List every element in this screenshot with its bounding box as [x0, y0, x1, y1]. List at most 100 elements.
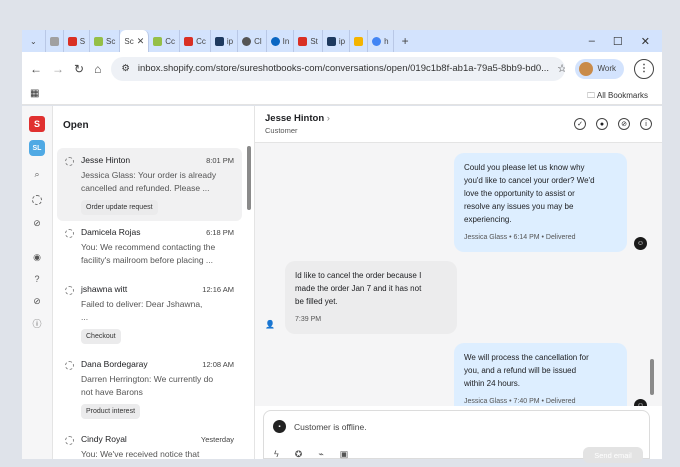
list-item[interactable]: Damicela Rojas 6:18 PM You: We recommend… [57, 220, 242, 273]
chat-panel: Jesse Hinton › Customer ✓ ● ⊘ i Could yo… [255, 106, 662, 463]
conversation-time: Yesterday [200, 435, 234, 444]
minimize-icon[interactable]: – [589, 35, 595, 48]
profile-label: Work [597, 64, 616, 73]
home-icon[interactable]: ⌂ [94, 62, 101, 76]
conversation-preview: not have Barons [81, 387, 143, 397]
tab-item[interactable]: ip [211, 30, 239, 52]
attachment-icon[interactable]: ⌁ [318, 449, 323, 460]
url-text: inbox.shopify.com/store/sureshotbooks-co… [137, 63, 550, 74]
browser-toolbar: ← → ↻ ⌂ ⚙ inbox.shopify.com/store/suresh… [22, 52, 662, 85]
tab-item[interactable] [350, 30, 369, 52]
send-email-button[interactable]: Send email [583, 447, 643, 463]
all-bookmarks-button[interactable]: 🗀 All Bookmarks [587, 90, 648, 104]
info-icon[interactable]: ⓘ [29, 315, 45, 331]
close-window-icon[interactable]: ✕ [641, 35, 650, 48]
bookmark-star-icon[interactable]: ☆ [557, 62, 565, 75]
help-icon[interactable]: ? [29, 271, 45, 287]
conversation-time: 6:18 PM [206, 228, 234, 237]
list-title: Open [63, 120, 89, 131]
done-conversations-icon[interactable]: ⊘ [29, 215, 45, 231]
tab-label: Sc [124, 36, 134, 46]
list-item[interactable]: jshawna witt 12:16 AM Failed to deliver:… [57, 277, 242, 350]
list-scrollbar[interactable] [247, 146, 251, 210]
tab-label: h [384, 36, 389, 46]
info-icon[interactable]: i [640, 118, 652, 130]
tab-item[interactable]: h [368, 30, 394, 52]
tab-favicon-icon [49, 36, 59, 46]
conversation-preview: You: We recommend contacting the [81, 242, 216, 252]
back-icon[interactable]: ← [30, 62, 42, 76]
tab-item-active[interactable]: Sc ✕ [120, 30, 150, 52]
reload-icon[interactable]: ↻ [74, 62, 84, 76]
site-info-icon[interactable]: ⚙ [121, 63, 130, 74]
tab-item[interactable]: St [294, 30, 323, 52]
forward-icon[interactable]: → [52, 62, 64, 76]
tab-item[interactable]: Sc [90, 30, 121, 52]
discount-icon[interactable]: ✪ [295, 449, 303, 460]
new-tab-button[interactable]: + [394, 30, 417, 52]
search-icon[interactable]: ⌕ [29, 166, 45, 182]
tab-item[interactable]: Cc [180, 30, 211, 52]
spam-icon[interactable]: ⊘ [29, 293, 45, 309]
image-icon[interactable]: ▣ [340, 449, 349, 460]
status-icon [65, 361, 74, 370]
chat-scrollbar[interactable] [650, 359, 654, 395]
customer-name[interactable]: Jesse Hinton › [265, 113, 330, 124]
tab-item[interactable]: Cc [149, 30, 181, 52]
conversation-tag: Product interest [81, 404, 141, 419]
lightning-icon[interactable]: ϟ [274, 449, 279, 460]
tab-favicon-icon [214, 36, 224, 46]
status-icon [65, 229, 74, 238]
message-composer[interactable]: ▪ Customer is offline. ϟ ✪ ⌁ ▣ Send emai… [263, 410, 650, 463]
chevron-right-icon: › [326, 113, 330, 124]
tab-item[interactable] [46, 30, 64, 52]
conversation-tag: Checkout [81, 329, 121, 344]
conversation-preview: Failed to deliver: Dear Jshawna, [81, 299, 203, 309]
close-tab-icon[interactable]: ✕ [137, 36, 145, 47]
browser-menu-icon[interactable]: ⋮ [634, 58, 654, 79]
open-conversations-icon[interactable] [29, 192, 45, 208]
apps-grid-icon[interactable]: ▦ [30, 88, 39, 99]
tab-label: Cc [196, 36, 206, 46]
tab-item[interactable]: In [267, 30, 295, 52]
tab-label: Cc [165, 36, 176, 46]
bot-avatar-icon: ☺ [634, 399, 647, 406]
conversation-time: 12:08 AM [202, 360, 234, 369]
address-bar[interactable]: ⚙ inbox.shopify.com/store/sureshotbooks-… [111, 56, 566, 81]
mark-done-icon[interactable]: ✓ [574, 118, 586, 130]
tab-favicon-icon [354, 36, 364, 46]
customer-icon[interactable]: ◉ [29, 249, 45, 265]
customer-role: Customer [265, 126, 298, 135]
google-icon [372, 36, 382, 46]
tab-label: Cl [254, 36, 262, 46]
profile-button[interactable]: Work [575, 58, 624, 79]
tab-label: St [310, 36, 318, 46]
message-meta: Jessica Glass • 6:14 PM • Delivered [464, 234, 576, 241]
tab-label: ip [226, 36, 234, 46]
store-avatar[interactable]: SL [29, 140, 45, 156]
list-item[interactable]: Dana Bordegaray 12:08 AM Darren Herringt… [57, 352, 242, 425]
window-controls: – ☐ ✕ [589, 35, 662, 48]
tab-label: Sc [106, 36, 116, 46]
message-thread: Could you please let us know why you'd l… [255, 143, 662, 406]
status-icon [65, 436, 74, 445]
conversation-preview: Darren Herrington: We currently do [81, 374, 214, 384]
tab-search-button[interactable]: ⌄ [22, 30, 46, 52]
tab-favicon-icon [326, 36, 336, 46]
maximize-icon[interactable]: ☐ [613, 35, 623, 48]
message-bubble-outgoing: Could you please let us know why you'd l… [454, 153, 627, 252]
tab-item[interactable]: Cl [238, 30, 267, 52]
tab-item[interactable]: S [64, 30, 91, 52]
shopify-inbox-logo-icon[interactable]: S [29, 116, 45, 132]
conversation-preview: Jessica Glass: Your order is already [81, 170, 217, 180]
bookmarks-bar: ▦ 🗀 All Bookmarks [22, 85, 662, 105]
message-meta: 7:39 PM [295, 316, 322, 323]
customer-profile-icon[interactable]: ● [596, 118, 608, 130]
spam-icon[interactable]: ⊘ [618, 118, 630, 130]
list-item[interactable]: Cindy Royal Yesterday You: We've receive… [57, 427, 242, 467]
chat-header: Jesse Hinton › Customer ✓ ● ⊘ i [255, 106, 662, 143]
tab-item[interactable]: ip [323, 30, 351, 52]
shopify-icon [94, 36, 104, 46]
list-item[interactable]: Jesse Hinton 8:01 PM Jessica Glass: Your… [57, 148, 242, 221]
tab-favicon-icon [242, 36, 252, 46]
